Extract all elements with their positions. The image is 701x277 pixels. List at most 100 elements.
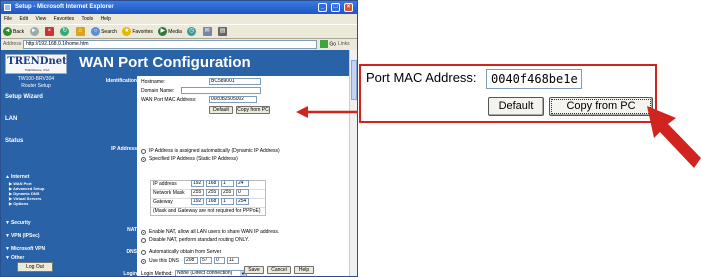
logout-button[interactable]: Log Out	[17, 262, 53, 272]
sidebar-item-lan[interactable]: LAN	[5, 116, 17, 122]
media-button[interactable]: ▶ Media	[158, 25, 182, 40]
ip-octet-4[interactable]: 24	[236, 180, 249, 187]
sidebar-item-microsoft-vpn[interactable]: ▼Microsoft VPN	[5, 246, 45, 252]
forward-button[interactable]: ►	[29, 25, 40, 40]
history-button[interactable]: ◷	[187, 25, 197, 40]
gateway-label: Gateway	[153, 199, 173, 205]
address-input[interactable]: http://192.168.0.1/home.htm	[23, 40, 317, 49]
wan-mac-label: WAN Port MAC Address:	[141, 97, 197, 103]
login-method-select[interactable]: None (Direct connection) ▼	[175, 270, 247, 276]
mac-default-button[interactable]: Default	[209, 106, 233, 114]
disable-nat-label: Disable NAT, perform standard routing ON…	[149, 237, 250, 243]
title-bar: Setup - Microsoft Internet Explorer _ □ …	[1, 1, 357, 14]
back-button[interactable]: ◄ Back	[3, 25, 24, 40]
mac-copy-from-pc-button[interactable]: Copy from PC	[236, 106, 270, 114]
ip-octet-3[interactable]: 1	[221, 180, 234, 187]
dns-octet-4[interactable]: 11	[227, 257, 239, 264]
menu-view[interactable]: View	[35, 16, 46, 22]
dns-octet-3[interactable]: 0	[214, 257, 225, 264]
section-login: Login	[123, 271, 137, 277]
dynamic-ip-radio[interactable]	[141, 149, 146, 154]
wan-mac-input[interactable]: 00c0b2505002	[209, 96, 257, 103]
save-button[interactable]: Save	[244, 266, 264, 274]
go-button[interactable]: Go	[320, 40, 336, 49]
zoom-mac-input[interactable]: 0040f468be1e	[486, 69, 582, 89]
enable-nat-radio[interactable]	[141, 230, 146, 235]
zoom-default-button[interactable]: Default	[488, 97, 544, 116]
search-button[interactable]: ○ Search	[91, 25, 117, 40]
menu-file[interactable]: File	[4, 16, 12, 22]
expand-arrow-icon: ▲	[5, 174, 10, 180]
sidebar-item-status[interactable]: Status	[5, 138, 23, 144]
gateway-octet-3[interactable]: 1	[221, 198, 234, 205]
menu-help[interactable]: Help	[101, 16, 111, 22]
section-identification: Identification	[105, 78, 137, 84]
login-method-label: Login Method:	[141, 271, 173, 277]
help-button[interactable]: Help	[294, 266, 314, 274]
menu-edit[interactable]: Edit	[19, 16, 28, 22]
hostname-input[interactable]: BC589001	[209, 78, 261, 85]
domain-name-input[interactable]	[181, 87, 261, 94]
history-icon: ◷	[187, 27, 197, 37]
scrollbar-thumb[interactable]	[351, 60, 357, 100]
menu-favorites[interactable]: Favorites	[54, 16, 75, 22]
search-icon: ○	[91, 27, 101, 37]
dns-octet-1[interactable]: 208	[184, 257, 198, 264]
close-icon[interactable]: ×	[344, 3, 353, 12]
stop-button[interactable]: ×	[44, 25, 55, 40]
use-dns-radio[interactable]	[141, 259, 146, 264]
sidebar-subnav: ▶ WAN Port ▶ Advanced Setup ▶ Dynamic DN…	[9, 181, 44, 206]
dynamic-ip-label: IP Address is assigned automatically (Dy…	[149, 148, 280, 154]
print-button[interactable]: ▤	[218, 25, 228, 40]
home-button[interactable]: ⌂	[75, 25, 86, 40]
back-arrow-icon: ◄	[3, 27, 12, 37]
favorites-button[interactable]: ★ Favorites	[122, 25, 153, 40]
collapse-arrow-icon: ▼	[5, 233, 10, 239]
mask-octet-3[interactable]: 255	[221, 189, 234, 196]
page-viewport: TRENDnet TRENDware, USA TW100-BRV304 Rou…	[1, 50, 349, 277]
zoom-mac-label: Port MAC Address:	[366, 70, 477, 85]
gateway-octet-4[interactable]: 254	[236, 198, 249, 205]
network-mask-label: Network Mask	[153, 190, 185, 196]
collapse-arrow-icon: ▼	[5, 220, 10, 226]
dns-octet-2[interactable]: 57	[200, 257, 212, 264]
vertical-scrollbar[interactable]	[349, 50, 357, 276]
window-title: Setup - Microsoft Internet Explorer	[15, 4, 114, 10]
mask-octet-4[interactable]: 0	[236, 189, 249, 196]
page-title: WAN Port Configuration	[79, 54, 251, 71]
refresh-button[interactable]: ↻	[60, 25, 70, 40]
browser-toolbar: ◄ Back ► × ↻ ⌂ ○ Search ★ Favorites ▶ Media …	[1, 24, 357, 39]
sidebar-item-internet[interactable]: ▲Internet	[5, 174, 29, 180]
links-label[interactable]: Links	[338, 39, 350, 50]
auto-dns-radio[interactable]	[141, 250, 146, 255]
sidebar-item-vpn-ipsec[interactable]: ▼VPN (IPSec)	[5, 233, 40, 239]
print-icon: ▤	[218, 27, 228, 37]
cancel-button[interactable]: Cancel	[267, 266, 291, 274]
page-header: WAN Port Configuration	[71, 50, 349, 76]
menu-bar: File Edit View Favorites Tools Help	[1, 14, 357, 24]
gateway-octet-1[interactable]: 192	[191, 198, 204, 205]
home-icon: ⌂	[75, 27, 85, 37]
sidebar-item-setup-wizard[interactable]: Setup Wizard	[5, 94, 43, 100]
minimize-icon[interactable]: _	[318, 3, 327, 12]
disable-nat-radio[interactable]	[141, 238, 146, 243]
hostname-label: Hostname:	[141, 79, 166, 85]
ip-octet-2[interactable]: 168	[206, 180, 219, 187]
mail-button[interactable]: ✉	[202, 25, 213, 40]
sidebar-subitem-options[interactable]: ▶ Options	[9, 201, 44, 206]
media-icon: ▶	[158, 27, 168, 37]
sidebar-item-other[interactable]: ▼Other	[5, 255, 24, 261]
ip-octet-1[interactable]: 192	[191, 180, 204, 187]
mask-octet-1[interactable]: 255	[191, 189, 204, 196]
zoom-copy-from-pc-button[interactable]: Copy from PC	[549, 97, 653, 116]
static-ip-radio[interactable]	[141, 157, 146, 162]
maximize-icon[interactable]: □	[331, 3, 340, 12]
mask-octet-2[interactable]: 255	[206, 189, 219, 196]
menu-tools[interactable]: Tools	[81, 16, 93, 22]
enable-nat-label: Enable NAT, allow all LAN users to share…	[149, 229, 280, 235]
gateway-octet-2[interactable]: 168	[206, 198, 219, 205]
section-dns: DNS	[126, 249, 137, 255]
stop-icon: ×	[44, 27, 54, 37]
sidebar-item-security[interactable]: ▼Security	[5, 220, 31, 226]
collapse-arrow-icon: ▼	[5, 255, 10, 261]
